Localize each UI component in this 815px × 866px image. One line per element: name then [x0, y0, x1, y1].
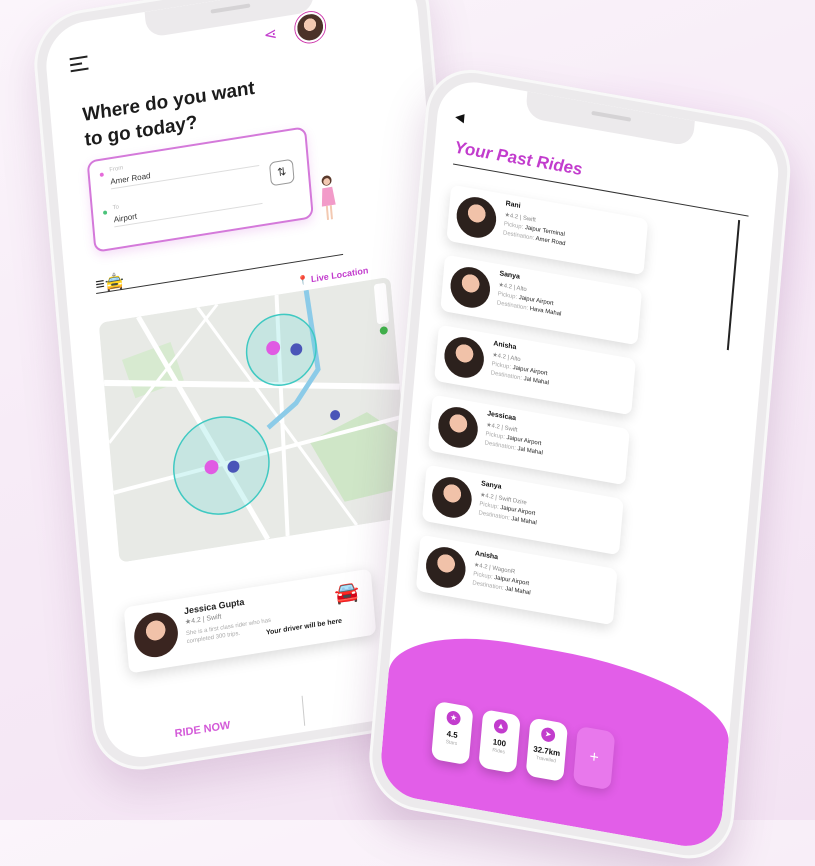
scrollbar[interactable]	[726, 219, 741, 351]
right-phone: ◀ Your Past Rides Rani ★4.2 | Swift Pick…	[365, 62, 795, 866]
stat-rides: ▲ 100 Rides	[478, 709, 521, 774]
rider-name: Sanya	[499, 270, 521, 281]
add-button[interactable]: +	[572, 725, 616, 791]
rider-avatar	[436, 403, 480, 451]
rider-name: Anisha	[493, 340, 517, 352]
stat-travelled: ➤ 32.7km Travelled	[525, 717, 569, 783]
back-arrow-icon[interactable]: ◀	[455, 109, 465, 125]
ride-icon: ▲	[493, 718, 509, 735]
rider-name: Anisha	[474, 550, 499, 562]
share-icon[interactable]: ⋖	[263, 24, 278, 46]
from-label: From	[109, 165, 124, 174]
rider-name: Rani	[505, 200, 521, 210]
rider-avatar	[430, 473, 474, 521]
to-label: To	[112, 204, 120, 212]
navigation-icon: ➤	[540, 726, 556, 743]
car-icon: 🚘	[333, 580, 361, 607]
rider-avatar	[448, 263, 492, 311]
rider-avatar	[424, 543, 468, 591]
ride-now-button[interactable]: RIDE NOW	[174, 719, 231, 740]
driver-card[interactable]: Jessica Gupta ★4.2 | Swift She is a firs…	[123, 568, 377, 674]
avatar[interactable]	[294, 9, 327, 45]
rider-name: Sanya	[480, 480, 502, 491]
from-dot-icon	[99, 172, 104, 178]
to-dot-icon	[102, 210, 108, 215]
star-icon: ★	[446, 709, 462, 727]
rider-avatar	[454, 193, 498, 241]
map-graphic	[98, 276, 412, 563]
location-pin-icon: 📍	[296, 274, 309, 287]
stat-stars: ★ 4.5 Stars	[431, 700, 474, 766]
rider-avatar	[442, 333, 486, 381]
to-field[interactable]: Airport	[113, 191, 263, 228]
hamburger-icon[interactable]	[69, 55, 89, 76]
girl-illustration	[321, 175, 336, 221]
rider-name: Jessicaa	[486, 410, 517, 423]
swap-icon[interactable]: ⇅	[268, 158, 295, 187]
right-phone-screen: ◀ Your Past Rides Rani ★4.2 | Swift Pick…	[378, 76, 782, 853]
from-field[interactable]: Amer Road	[110, 153, 260, 190]
page-title: Your Past Rides	[453, 137, 584, 180]
map-view[interactable]	[98, 276, 412, 563]
driver-avatar	[132, 609, 180, 661]
divider	[301, 695, 306, 726]
